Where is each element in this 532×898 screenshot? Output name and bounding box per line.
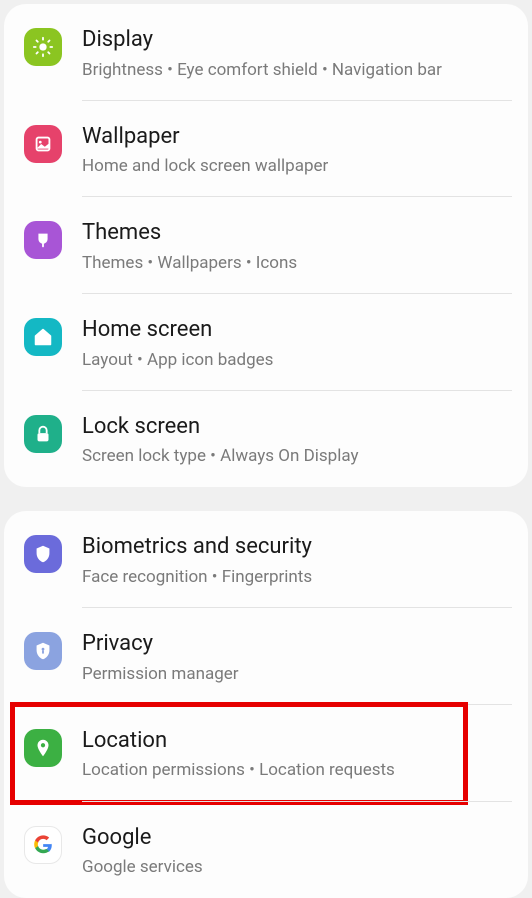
settings-item-title: Location	[82, 727, 508, 756]
settings-item-subtitle: Location permissions • Location requests	[82, 759, 508, 781]
settings-item-lockscreen[interactable]: Lock screen Screen lock type • Always On…	[4, 391, 528, 488]
settings-item-themes[interactable]: Themes Themes • Wallpapers • Icons	[4, 197, 528, 294]
settings-item-subtitle: Home and lock screen wallpaper	[82, 155, 508, 177]
image-icon	[24, 125, 62, 163]
settings-item-title: Google	[82, 824, 508, 853]
settings-item-google[interactable]: Google Google services	[4, 802, 528, 898]
location-pin-icon	[24, 729, 62, 767]
privacy-shield-icon	[24, 632, 62, 670]
brightness-icon	[24, 28, 62, 66]
settings-item-wallpaper[interactable]: Wallpaper Home and lock screen wallpaper	[4, 101, 528, 198]
settings-item-subtitle: Google services	[82, 856, 508, 878]
settings-item-title: Display	[82, 26, 508, 55]
lock-icon	[24, 415, 62, 453]
settings-item-title: Themes	[82, 219, 508, 248]
settings-item-subtitle: Permission manager	[82, 663, 508, 685]
settings-item-title: Home screen	[82, 316, 508, 345]
settings-item-subtitle: Themes • Wallpapers • Icons	[82, 252, 508, 274]
home-icon	[24, 318, 62, 356]
settings-item-subtitle: Screen lock type • Always On Display	[82, 445, 508, 467]
settings-item-privacy[interactable]: Privacy Permission manager	[4, 608, 528, 705]
settings-group-1: Display Brightness • Eye comfort shield …	[4, 4, 528, 487]
settings-item-biometrics[interactable]: Biometrics and security Face recognition…	[4, 511, 528, 608]
settings-item-title: Wallpaper	[82, 123, 508, 152]
settings-item-display[interactable]: Display Brightness • Eye comfort shield …	[4, 4, 528, 101]
shield-icon	[24, 535, 62, 573]
settings-item-subtitle: Layout • App icon badges	[82, 349, 508, 371]
settings-item-homescreen[interactable]: Home screen Layout • App icon badges	[4, 294, 528, 391]
brush-icon	[24, 221, 62, 259]
google-icon	[24, 826, 62, 864]
settings-item-title: Biometrics and security	[82, 533, 508, 562]
settings-item-subtitle: Face recognition • Fingerprints	[82, 566, 508, 588]
settings-item-title: Privacy	[82, 630, 508, 659]
settings-item-subtitle: Brightness • Eye comfort shield • Naviga…	[82, 59, 508, 81]
settings-group-2: Biometrics and security Face recognition…	[4, 511, 528, 898]
settings-item-location[interactable]: Location Location permissions • Location…	[4, 705, 528, 802]
settings-item-title: Lock screen	[82, 413, 508, 442]
